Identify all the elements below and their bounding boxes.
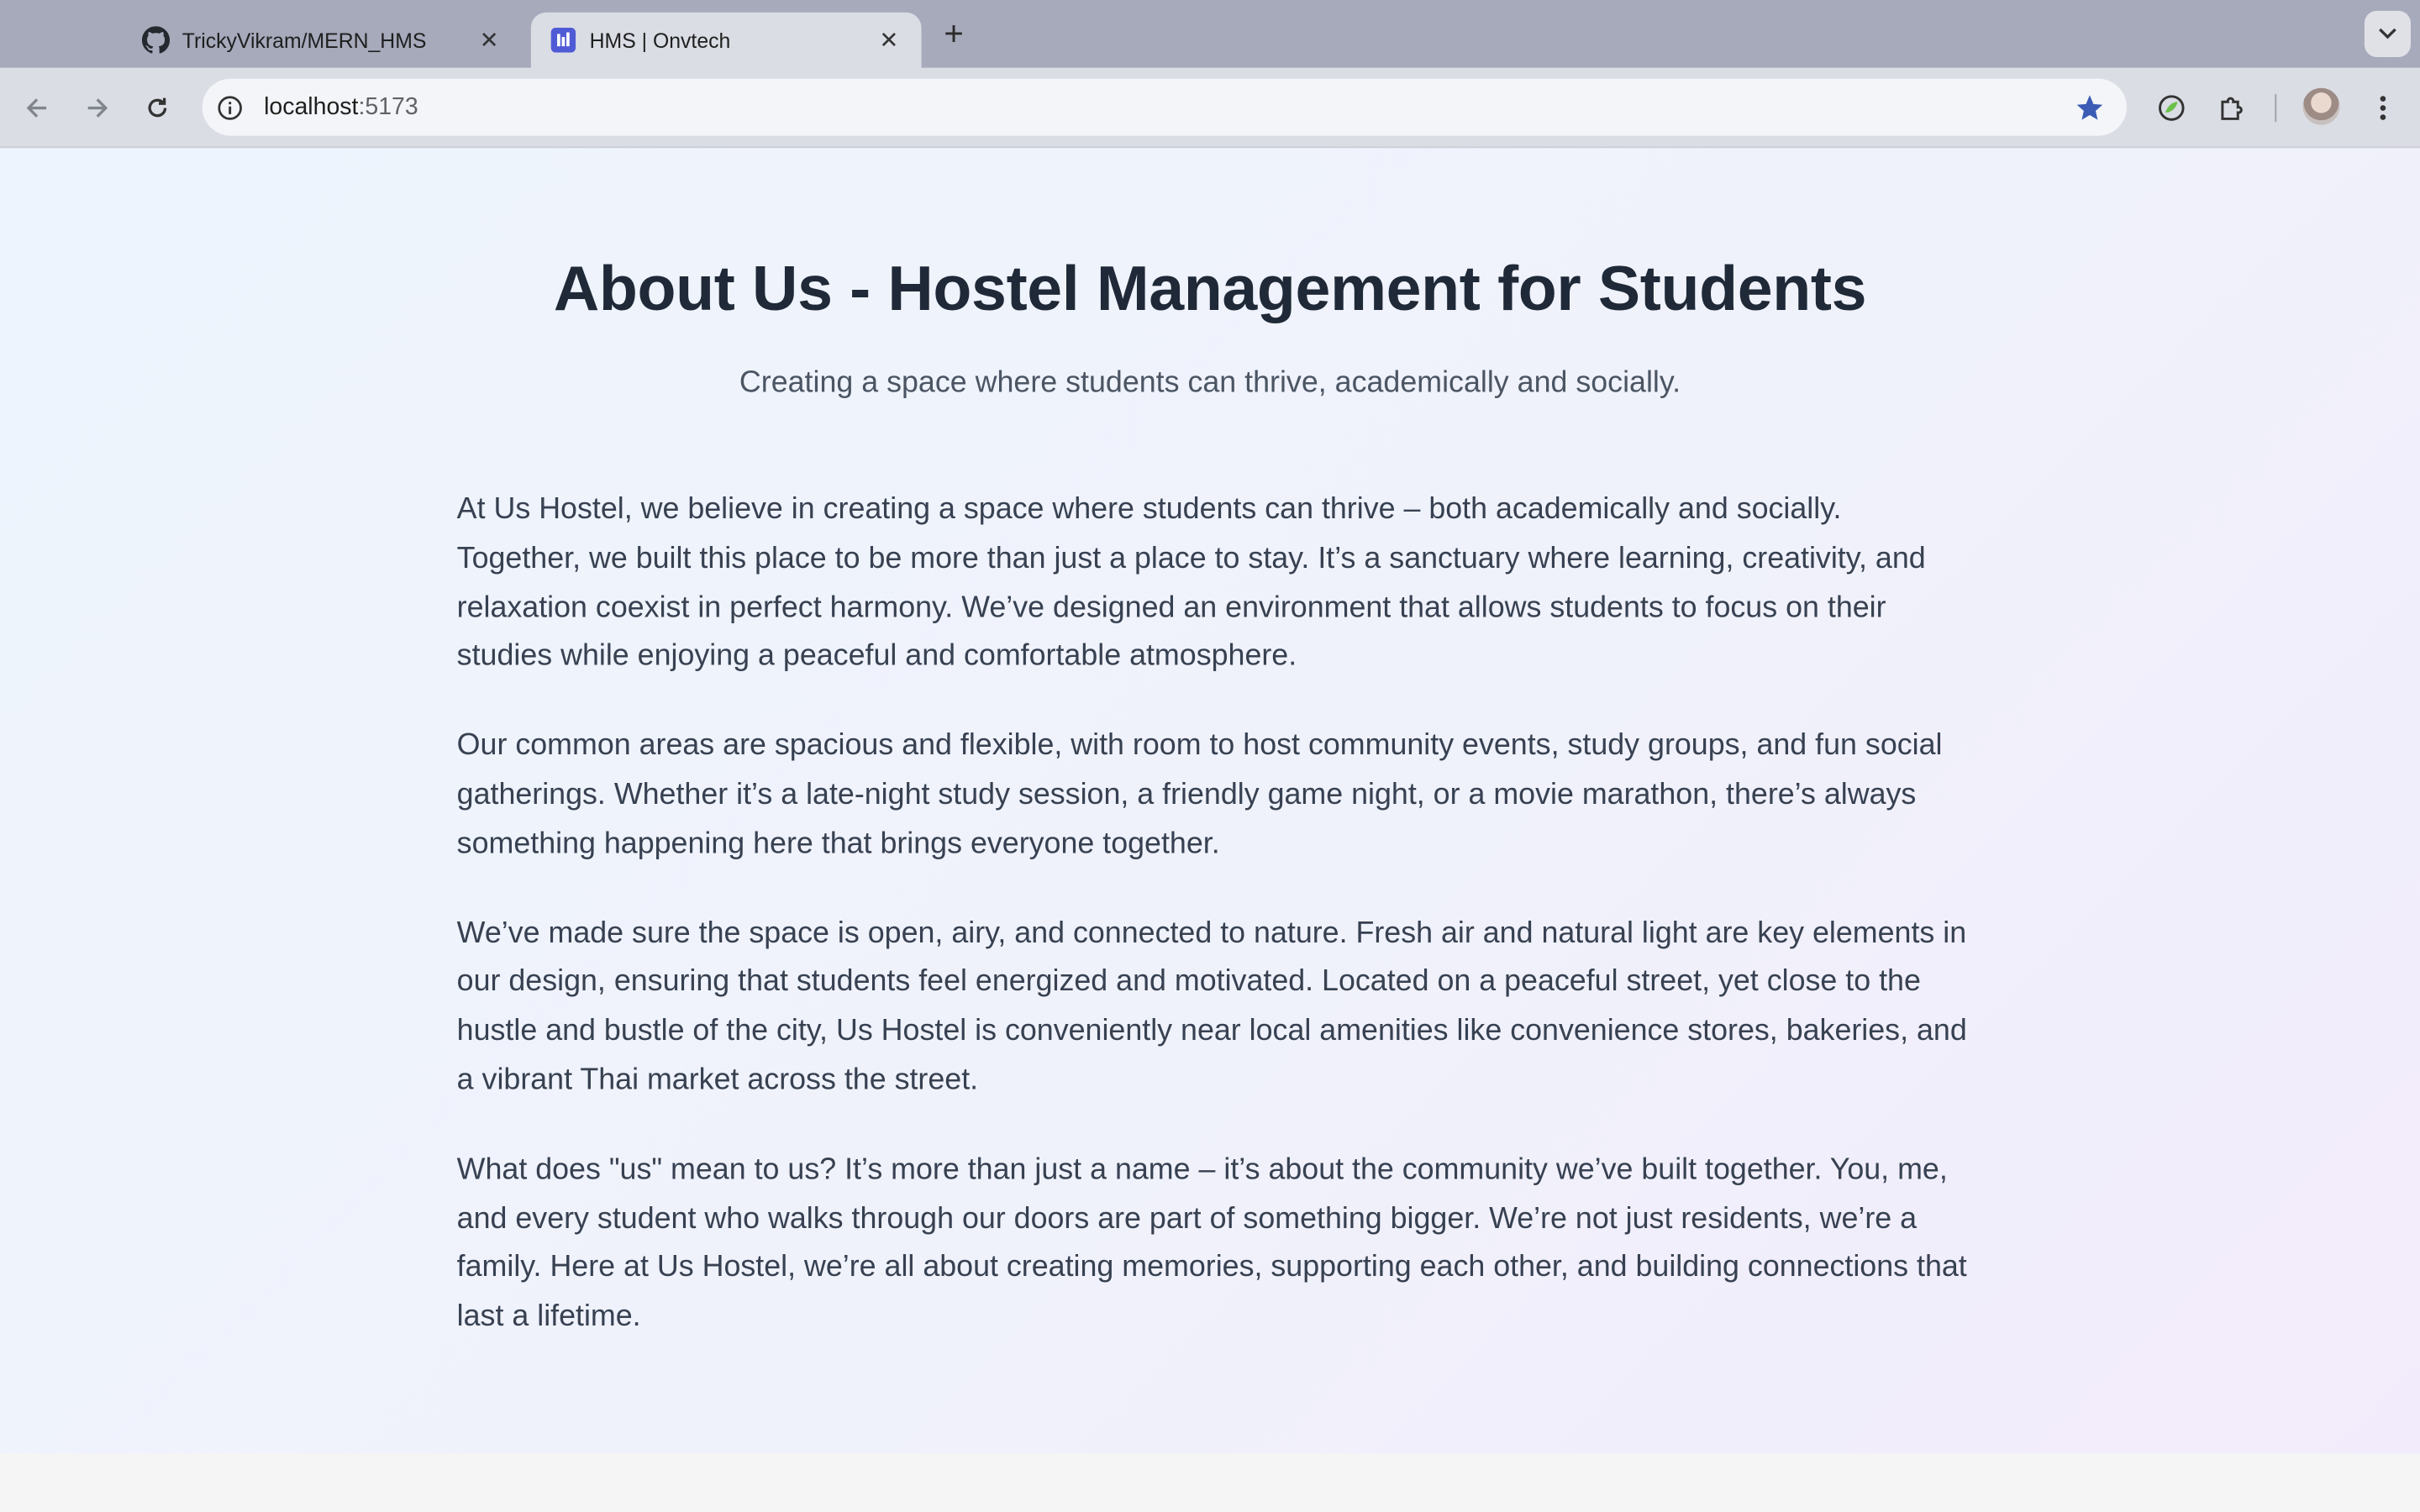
tab-title: TrickyVikram/MERN_HMS bbox=[182, 28, 427, 52]
reload-icon[interactable] bbox=[139, 90, 176, 127]
url-port: :5173 bbox=[358, 93, 418, 120]
address-bar[interactable]: localhost:5173 bbox=[202, 78, 2128, 136]
url-text: localhost:5173 bbox=[264, 93, 418, 121]
paragraph-intro: At Us Hostel, we believe in creating a s… bbox=[456, 491, 1926, 674]
about-content: At Us Hostel, we believe in creating a s… bbox=[457, 486, 1970, 1383]
page-title: About Us - Hostel Management for Student… bbox=[553, 253, 1867, 324]
tab-github[interactable]: TrickyVikram/MERN_HMS ✕ bbox=[124, 13, 522, 68]
page-subtitle: Creating a space where students can thri… bbox=[739, 365, 1681, 400]
bookmark-star-icon[interactable] bbox=[2075, 92, 2106, 131]
extension-icon[interactable] bbox=[2153, 90, 2190, 127]
more-menu-icon[interactable] bbox=[2365, 90, 2402, 127]
site-info-icon[interactable] bbox=[214, 92, 245, 123]
close-tab-icon[interactable]: ✕ bbox=[476, 26, 503, 54]
tab-search-chevron-icon[interactable] bbox=[2364, 10, 2411, 57]
paragraph-community: What does "us" mean to us? It’s more tha… bbox=[456, 1152, 1967, 1334]
extensions-puzzle-icon[interactable] bbox=[2213, 90, 2250, 127]
close-tab-icon[interactable]: ✕ bbox=[875, 26, 902, 54]
tab-strip: TrickyVikram/MERN_HMS ✕ HMS | Onvtech ✕ … bbox=[0, 0, 2420, 68]
toolbar-separator bbox=[2275, 94, 2277, 123]
tab-title: HMS | Onvtech bbox=[589, 28, 731, 52]
new-tab-icon[interactable]: + bbox=[935, 14, 972, 53]
tab-hms[interactable]: HMS | Onvtech ✕ bbox=[530, 12, 922, 68]
about-us-page: About Us - Hostel Management for Student… bbox=[0, 148, 2420, 1454]
browser-toolbar: localhost:5173 bbox=[0, 67, 2420, 149]
paragraph-location: We’ve made sure the space is open, airy,… bbox=[456, 916, 1967, 1097]
forward-arrow-icon[interactable] bbox=[79, 90, 116, 127]
page-footer-area bbox=[0, 1453, 2420, 1512]
paragraph-common-areas: Our common areas are spacious and flexib… bbox=[456, 728, 1943, 861]
hms-app-icon bbox=[550, 26, 577, 54]
back-arrow-icon[interactable] bbox=[18, 90, 55, 127]
url-host: localhost bbox=[264, 93, 359, 120]
github-icon bbox=[141, 26, 171, 54]
profile-avatar[interactable] bbox=[2302, 87, 2340, 125]
